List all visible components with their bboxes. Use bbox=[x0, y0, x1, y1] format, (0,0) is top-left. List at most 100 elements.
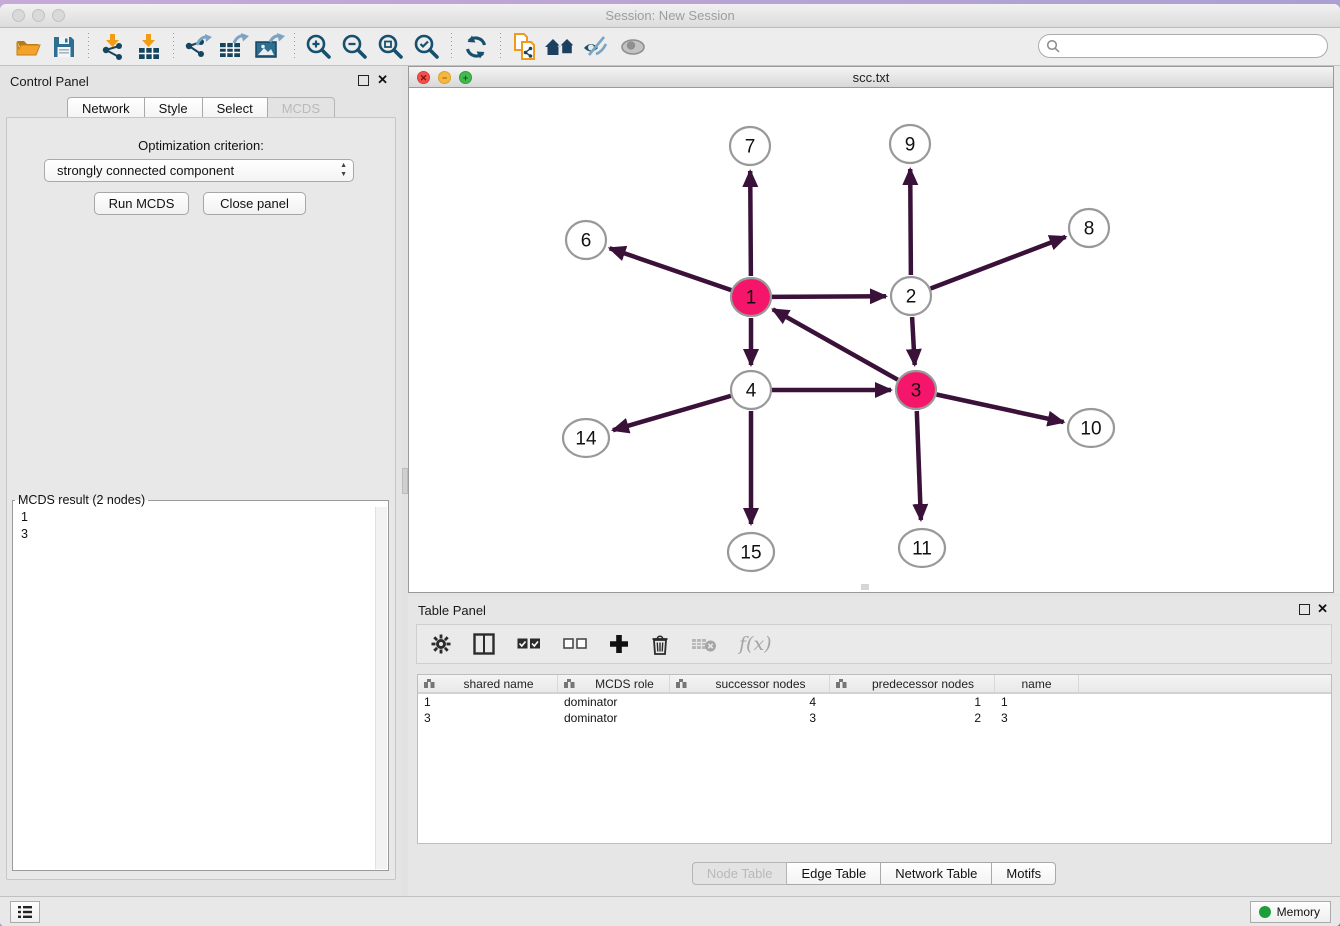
graph-edge-1-6[interactable] bbox=[610, 248, 732, 290]
optimization-criterion-select[interactable]: strongly connected component ▲▼ bbox=[44, 159, 354, 182]
table-cell[interactable]: 3 bbox=[995, 710, 1079, 726]
table-cell[interactable]: dominator bbox=[558, 710, 670, 726]
close-panel-button[interactable]: Close panel bbox=[203, 192, 306, 215]
export-network-button[interactable] bbox=[180, 31, 216, 63]
tab-motifs[interactable]: Motifs bbox=[992, 862, 1056, 885]
memory-button[interactable]: Memory bbox=[1250, 901, 1331, 923]
close-panel-icon[interactable]: ✕ bbox=[377, 72, 388, 88]
column-header-successor-nodes[interactable]: successor nodes bbox=[670, 675, 830, 692]
open-file-button[interactable] bbox=[10, 31, 46, 63]
selected-option: strongly connected component bbox=[57, 163, 234, 178]
toolbar-separator bbox=[88, 33, 89, 61]
graph-edge-2-9[interactable] bbox=[910, 169, 911, 275]
import-table-button[interactable] bbox=[131, 31, 167, 63]
add-column-button[interactable] bbox=[609, 634, 629, 654]
export-image-button[interactable] bbox=[252, 31, 288, 63]
task-history-button[interactable] bbox=[10, 901, 40, 923]
deselect-all-button[interactable] bbox=[563, 637, 587, 651]
graph-edge-2-8[interactable] bbox=[931, 237, 1066, 289]
status-bar: Memory bbox=[0, 896, 1340, 926]
graph-node-4[interactable]: 4 bbox=[731, 371, 771, 409]
graph-node-2[interactable]: 2 bbox=[891, 277, 931, 315]
save-session-button[interactable] bbox=[46, 31, 82, 63]
graph-node-8[interactable]: 8 bbox=[1069, 209, 1109, 247]
graph-edge-3-10[interactable] bbox=[937, 395, 1064, 423]
svg-text:2: 2 bbox=[906, 287, 917, 308]
graph-node-9[interactable]: 9 bbox=[890, 125, 930, 163]
table-cell[interactable]: 4 bbox=[670, 694, 830, 710]
column-header-name[interactable]: name bbox=[995, 675, 1079, 692]
column-view-button[interactable] bbox=[473, 633, 495, 655]
graph-node-3[interactable]: 3 bbox=[896, 371, 936, 409]
graph-node-7[interactable]: 7 bbox=[730, 127, 770, 165]
table-tabs: Node TableEdge TableNetwork TableMotifs bbox=[408, 862, 1340, 885]
result-scrollbar[interactable] bbox=[375, 507, 387, 869]
search-input[interactable] bbox=[1038, 34, 1328, 58]
network-canvas[interactable]: 7 9 6 8 1 2 4 3 14 10 15 11 bbox=[409, 88, 1333, 592]
zoom-fit-button[interactable] bbox=[373, 31, 409, 63]
column-header-predecessor-nodes[interactable]: predecessor nodes bbox=[830, 675, 995, 692]
tab-network-table[interactable]: Network Table bbox=[881, 862, 992, 885]
control-panel-title: Control Panel bbox=[10, 74, 89, 89]
zoom-in-button[interactable] bbox=[301, 31, 337, 63]
import-network-icon bbox=[99, 33, 127, 61]
new-network-from-selection-button[interactable] bbox=[507, 31, 543, 63]
table-cell[interactable]: 3 bbox=[670, 710, 830, 726]
houses-icon bbox=[544, 34, 578, 60]
table-cell[interactable]: 1 bbox=[995, 694, 1079, 710]
run-mcds-button[interactable]: Run MCDS bbox=[94, 192, 189, 215]
graph-edge-1-7[interactable] bbox=[750, 171, 751, 276]
column-header-mcds-role[interactable]: MCDS role bbox=[558, 675, 670, 692]
graph-node-14[interactable]: 14 bbox=[563, 419, 609, 457]
table-row[interactable]: 3dominator323 bbox=[418, 710, 1331, 726]
zoom-selected-button[interactable] bbox=[409, 31, 445, 63]
optimization-criterion-label: Optimization criterion: bbox=[0, 138, 402, 153]
graph-edge-1-2[interactable] bbox=[772, 296, 886, 297]
svg-text:1: 1 bbox=[746, 288, 757, 309]
graph-edge-3-11[interactable] bbox=[917, 411, 921, 520]
import-network-button[interactable] bbox=[95, 31, 131, 63]
column-header-shared-name[interactable]: shared name bbox=[418, 675, 558, 692]
canvas-scroll-thumb[interactable] bbox=[861, 584, 869, 590]
table-cell[interactable]: 1 bbox=[830, 694, 995, 710]
table-cell[interactable]: 2 bbox=[830, 710, 995, 726]
table-settings-button[interactable] bbox=[431, 634, 451, 654]
table-cell[interactable]: 1 bbox=[418, 694, 558, 710]
network-window-titlebar[interactable]: ✕ − + scc.txt bbox=[409, 67, 1333, 88]
hide-selected-button[interactable] bbox=[579, 31, 615, 63]
graph-node-6[interactable]: 6 bbox=[566, 221, 606, 259]
float-panel-icon[interactable] bbox=[358, 75, 369, 86]
table-close-icon[interactable]: ✕ bbox=[1317, 601, 1328, 617]
refresh-view-button[interactable] bbox=[458, 31, 494, 63]
export-table-icon bbox=[218, 33, 250, 61]
show-all-button[interactable] bbox=[615, 31, 651, 63]
graph-node-11[interactable]: 11 bbox=[899, 529, 945, 567]
zoom-out-button[interactable] bbox=[337, 31, 373, 63]
delete-table-button[interactable] bbox=[691, 635, 717, 653]
graph-edge-2-3[interactable] bbox=[912, 317, 915, 365]
delete-column-button[interactable] bbox=[651, 634, 669, 655]
network-view-window: ✕ − + scc.txt 7 9 6 8 1 2 4 3 14 10 15 11 bbox=[408, 66, 1334, 593]
table-row[interactable]: 1dominator411 bbox=[418, 694, 1331, 710]
svg-text:11: 11 bbox=[912, 539, 932, 560]
first-neighbors-button[interactable] bbox=[543, 31, 579, 63]
graph-edge-3-1[interactable] bbox=[773, 309, 898, 379]
mcds-result-group: MCDS result (2 nodes) 1 3 bbox=[12, 493, 389, 871]
mcds-result-text[interactable]: 1 3 bbox=[15, 507, 374, 868]
table-cell[interactable]: dominator bbox=[558, 694, 670, 710]
tab-edge-table[interactable]: Edge Table bbox=[787, 862, 881, 885]
export-table-button[interactable] bbox=[216, 31, 252, 63]
table-toolbar: f(x) bbox=[416, 624, 1332, 664]
function-builder-button[interactable]: f(x) bbox=[739, 633, 772, 655]
graph-node-15[interactable]: 15 bbox=[728, 533, 774, 571]
graph-node-1[interactable]: 1 bbox=[731, 278, 771, 316]
select-all-button[interactable] bbox=[517, 637, 541, 651]
table-panel: Table Panel ✕ bbox=[408, 596, 1340, 896]
table-cell[interactable]: 3 bbox=[418, 710, 558, 726]
graph-node-10[interactable]: 10 bbox=[1068, 409, 1114, 447]
main-titlebar[interactable]: Session: New Session bbox=[0, 4, 1340, 28]
graph-edge-4-14[interactable] bbox=[613, 396, 731, 430]
table-float-icon[interactable] bbox=[1299, 604, 1310, 615]
svg-text:6: 6 bbox=[581, 231, 592, 252]
tab-node-table[interactable]: Node Table bbox=[692, 862, 788, 885]
